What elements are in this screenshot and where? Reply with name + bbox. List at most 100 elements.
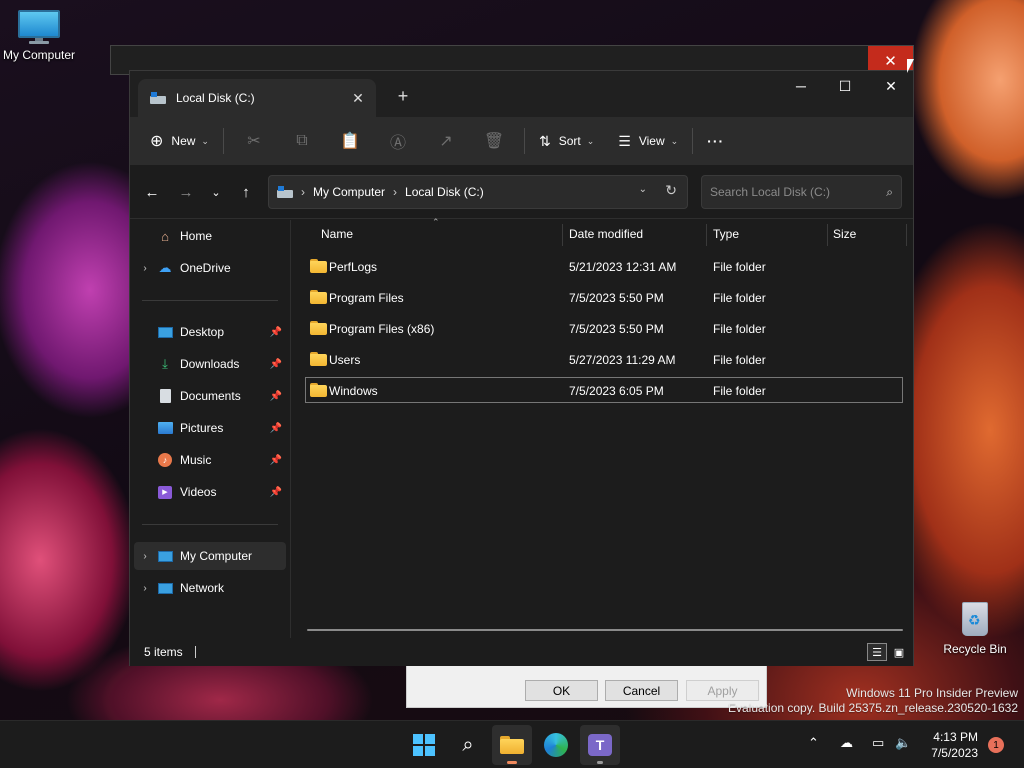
ok-button[interactable]: OK xyxy=(525,680,598,701)
toolbar-divider xyxy=(692,128,694,154)
search-icon[interactable]: ⌕ xyxy=(886,185,893,200)
arrow-left-icon: ← xyxy=(144,183,160,201)
pin-icon[interactable]: 📌 xyxy=(270,423,282,434)
paste-button[interactable]: 📋 xyxy=(326,125,374,157)
details-view-icon: ☰ xyxy=(872,646,882,659)
apply-button[interactable]: Apply xyxy=(686,680,759,701)
rename-button[interactable]: Ⓐ xyxy=(374,125,422,157)
search-button[interactable]: ⌕ xyxy=(448,725,488,765)
start-button[interactable] xyxy=(404,725,444,765)
breadcrumb-local-disk[interactable]: Local Disk (C:) xyxy=(405,185,484,199)
sidebar-item-downloads[interactable]: ⤓ Downloads 📌 xyxy=(134,350,286,378)
maximize-button[interactable]: ☐ xyxy=(822,71,868,101)
file-name: Program Files xyxy=(329,291,404,305)
sidebar-item-pictures[interactable]: Pictures 📌 xyxy=(134,414,286,442)
teams-icon: T xyxy=(588,734,612,756)
network-icon[interactable]: ▭ xyxy=(872,735,884,751)
taskbar-file-explorer[interactable] xyxy=(492,725,532,765)
folder-icon xyxy=(310,259,327,273)
up-button[interactable]: ↑ xyxy=(232,178,260,206)
command-bar: ⊕ New ⌄ ✂ ⧉ 📋 Ⓐ ↗ 🗑 ⇅ Sort ⌄ ☰ View ⌄ ··… xyxy=(130,117,913,165)
sidebar-item-videos[interactable]: ▶ Videos 📌 xyxy=(134,478,286,506)
refresh-icon[interactable]: ↻ xyxy=(665,182,677,199)
address-bar[interactable]: › My Computer › Local Disk (C:) ⌄ ↻ xyxy=(268,175,688,209)
sidebar-item-documents[interactable]: Documents 📌 xyxy=(134,382,286,410)
network-icon xyxy=(156,580,174,596)
sidebar-item-my-computer[interactable]: › My Computer xyxy=(134,542,286,570)
close-button[interactable]: ✕ xyxy=(868,71,914,101)
recent-locations-button[interactable]: ⌄ xyxy=(202,178,230,206)
item-count: 5 items xyxy=(144,645,183,659)
title-bar: Local Disk (C:) ✕ + ─ ☐ ✕ xyxy=(130,71,913,117)
tiles-view-button[interactable]: ▣ xyxy=(889,643,909,661)
column-header-size[interactable]: Size xyxy=(833,220,856,248)
column-header-type[interactable]: Type xyxy=(713,220,739,248)
file-row[interactable]: Users 5/27/2023 11:29 AM File folder xyxy=(305,346,903,372)
watermark-line2: Evaluation copy. Build 25375.zn_release.… xyxy=(728,701,1018,715)
pin-icon[interactable]: 📌 xyxy=(270,455,282,466)
file-row[interactable]: Program Files (x86) 7/5/2023 5:50 PM Fil… xyxy=(305,315,903,341)
new-tab-button[interactable]: + xyxy=(388,83,418,109)
download-icon: ⤓ xyxy=(162,356,168,371)
copy-button[interactable]: ⧉ xyxy=(278,125,326,157)
sort-button[interactable]: ⇅ Sort ⌄ xyxy=(531,125,602,157)
search-input[interactable] xyxy=(710,185,887,199)
clock[interactable]: 4:13 PM 7/5/2023 xyxy=(922,729,978,761)
close-tab-icon[interactable]: ✕ xyxy=(344,84,372,112)
file-row[interactable]: PerfLogs 5/21/2023 12:31 AM File folder xyxy=(305,253,903,279)
expand-chevron-icon[interactable]: › xyxy=(134,583,156,594)
column-header-date-modified[interactable]: Date modified xyxy=(569,220,643,248)
pin-icon[interactable]: 📌 xyxy=(270,487,282,498)
onedrive-offline-icon[interactable]: ☁ xyxy=(840,735,853,751)
file-date: 7/5/2023 6:05 PM xyxy=(569,384,664,398)
minimize-button[interactable]: ─ xyxy=(778,71,824,101)
file-type: File folder xyxy=(713,353,766,367)
folder-icon xyxy=(310,290,327,304)
forward-button[interactable]: → xyxy=(172,178,200,206)
sidebar-item-network[interactable]: › Network xyxy=(134,574,286,602)
breadcrumb-chevron-icon: › xyxy=(393,185,398,199)
notification-badge[interactable]: 1 xyxy=(988,737,1004,753)
pin-icon[interactable]: 📌 xyxy=(270,327,282,338)
column-header-name[interactable]: Name xyxy=(321,220,353,248)
share-button[interactable]: ↗ xyxy=(422,125,470,157)
file-row-selected[interactable]: Windows 7/5/2023 6:05 PM File folder xyxy=(305,377,903,403)
tab-local-disk[interactable]: Local Disk (C:) ✕ xyxy=(138,79,376,117)
expand-chevron-icon[interactable]: › xyxy=(134,263,156,274)
sidebar-item-desktop[interactable]: Desktop 📌 xyxy=(134,318,286,346)
file-row[interactable]: Program Files 7/5/2023 5:50 PM File fold… xyxy=(305,284,903,310)
breadcrumb-my-computer[interactable]: My Computer xyxy=(313,185,385,199)
desktop-icon xyxy=(156,324,174,340)
delete-button[interactable]: 🗑 xyxy=(470,125,518,157)
expand-chevron-icon[interactable]: › xyxy=(134,551,156,562)
file-date: 5/27/2023 11:29 AM xyxy=(569,353,676,367)
cut-button[interactable]: ✂ xyxy=(230,125,278,157)
back-button[interactable]: ← xyxy=(138,178,166,206)
more-options-button[interactable]: ··· xyxy=(699,125,732,157)
taskbar-teams[interactable]: T xyxy=(580,725,620,765)
cancel-button[interactable]: Cancel xyxy=(605,680,678,701)
details-view-button[interactable]: ☰ xyxy=(867,643,887,661)
sidebar-item-onedrive[interactable]: › ☁ OneDrive xyxy=(134,254,286,282)
chevron-down-icon: ⌄ xyxy=(201,135,209,146)
desktop-icon-recycle-bin[interactable]: ♻ Recycle Bin xyxy=(933,598,1017,656)
show-hidden-icons-button[interactable]: ⌃ xyxy=(808,735,819,751)
volume-icon[interactable]: 🔈 xyxy=(895,735,911,751)
drive-icon xyxy=(277,186,293,198)
sidebar-item-label: Desktop xyxy=(180,325,225,339)
video-icon: ▶ xyxy=(156,484,174,500)
new-button[interactable]: ⊕ New ⌄ xyxy=(142,125,217,157)
pin-icon[interactable]: 📌 xyxy=(270,391,282,402)
address-dropdown-icon[interactable]: ⌄ xyxy=(639,184,647,195)
folder-icon xyxy=(310,383,327,397)
horizontal-scrollbar[interactable] xyxy=(307,629,903,631)
sidebar-item-label: Videos xyxy=(180,485,217,499)
taskbar-edge[interactable] xyxy=(536,725,576,765)
view-button[interactable]: ☰ View ⌄ xyxy=(610,125,686,157)
sidebar-item-music[interactable]: ♪ Music 📌 xyxy=(134,446,286,474)
desktop-icon-my-computer[interactable]: My Computer xyxy=(0,10,81,62)
picture-icon xyxy=(156,420,174,436)
sidebar-item-home[interactable]: ⌂ Home xyxy=(134,222,286,250)
pin-icon[interactable]: 📌 xyxy=(270,359,282,370)
music-icon: ♪ xyxy=(156,452,174,468)
